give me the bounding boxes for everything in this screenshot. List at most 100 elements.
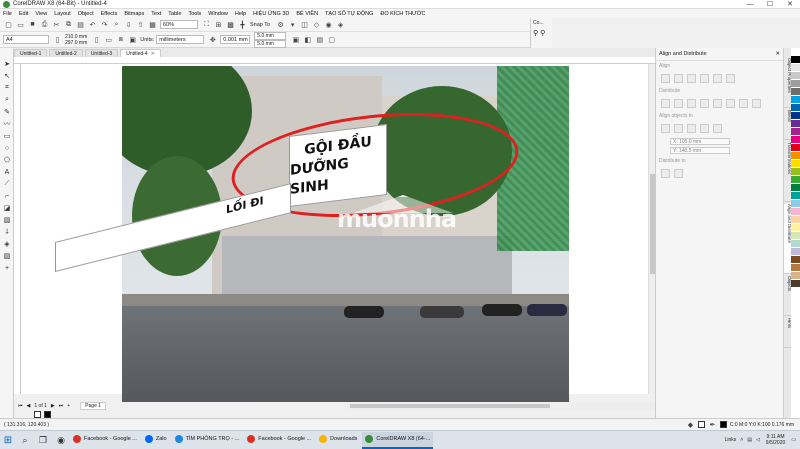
distribute-vspacing-icon[interactable] [752,99,761,108]
grid-icon[interactable]: ▩ [226,20,235,29]
sign-label-box[interactable]: GỘI ĐẦU DƯỠNG SINH [289,123,387,208]
page-center-icon[interactable] [687,124,696,133]
minimize-button[interactable]: — [740,1,760,8]
vertical-ruler[interactable] [14,64,21,394]
distribute-spacing-icon[interactable] [700,99,709,108]
treat-as-filled-icon[interactable]: ▣ [291,35,300,44]
close-button[interactable]: ✕ [780,0,800,8]
menu-border[interactable]: BÊ VIỀN [296,11,318,17]
save-icon[interactable]: ■ [28,20,37,29]
menu-bitmaps[interactable]: Bitmaps [124,11,144,17]
active-objects-icon[interactable] [661,124,670,133]
no-color-swatch[interactable] [34,410,41,418]
chrome-icon[interactable]: ◉ [54,433,68,447]
add-tool-icon[interactable]: + [0,262,14,274]
menu-edit[interactable]: Edit [19,11,28,17]
distribute-middle-icon[interactable] [726,99,735,108]
palette-swatch[interactable] [791,208,800,216]
palette-swatch[interactable] [791,72,800,80]
maximize-button[interactable]: ☐ [760,0,780,8]
transparency-tool-icon[interactable]: ▧ [0,214,14,226]
options-gear-icon[interactable]: ⚙ [276,20,285,29]
horizontal-ruler[interactable] [14,57,655,64]
taskbar-app-facebook-2[interactable]: Facebook - Google ... [244,432,314,449]
palette-swatch[interactable] [791,256,800,264]
rectangle-tool-icon[interactable]: ▭ [0,130,14,142]
search-icon[interactable]: ⌕ [18,433,32,447]
network-icon[interactable]: ▤ [747,437,752,443]
undo-icon[interactable]: ↶ [88,20,97,29]
zoom-tool-icon[interactable]: ⌕ [0,94,14,106]
rulers-icon[interactable]: ⊞ [214,20,223,29]
page-portrait-icon[interactable]: ▯ [53,35,62,44]
align-center-icon[interactable] [674,74,683,83]
taskbar-app-coreldraw[interactable]: CorelDRAW X8 (64-... [362,431,434,449]
fill-color-indicator[interactable] [697,421,705,428]
zoom-level-field[interactable]: 60% [160,20,198,29]
first-page-icon[interactable]: ⏮ [18,403,23,409]
palette-swatch[interactable] [791,88,800,96]
palette-swatch[interactable] [791,280,800,288]
palette-swatch[interactable] [791,112,800,120]
drop-shadow-icon[interactable]: ◪ [0,202,14,214]
launch-icon[interactable]: ▾ [288,20,297,29]
distribute-bottom-icon[interactable] [739,99,748,108]
palette-swatch[interactable] [791,184,800,192]
menu-effects[interactable]: Effects [101,11,118,17]
all-pages-icon[interactable]: ⧈ [116,35,125,44]
connector-tool-icon[interactable]: ⌐ [0,190,14,202]
color-styles-icon[interactable]: ◉ [324,20,333,29]
palette-swatch[interactable] [791,216,800,224]
distribute-right-icon[interactable] [687,99,696,108]
import-icon[interactable]: ⇩ [124,20,133,29]
menu-tools[interactable]: Tools [188,11,201,17]
copy-icon[interactable]: ⧉ [64,20,73,29]
script-icon[interactable]: ◈ [336,20,345,29]
palette-swatch[interactable] [791,136,800,144]
connector-tool-icon[interactable]: ⚲ ⚲ [533,29,550,37]
align-middle-icon[interactable] [713,74,722,83]
menu-object[interactable]: Object [78,11,94,17]
ellipse-tool-icon[interactable]: ○ [0,142,14,154]
horizontal-scrollbar[interactable] [348,402,655,410]
palette-swatch[interactable] [791,248,800,256]
new-document-icon[interactable]: ▢ [4,20,13,29]
palette-swatch[interactable] [791,176,800,184]
align-left-icon[interactable] [661,74,670,83]
menu-help[interactable]: Help [235,11,246,17]
outline-color-indicator[interactable] [719,421,727,428]
full-screen-icon[interactable]: ⛶ [202,20,211,29]
text-tool-icon[interactable]: A [0,166,14,178]
distribute-center-icon[interactable] [674,99,683,108]
page-height-field[interactable]: 297.0 mm [65,40,87,46]
page-size-select[interactable]: A4 [3,35,49,44]
notifications-icon[interactable]: ▭ [791,437,796,443]
menu-view[interactable]: View [35,11,47,17]
next-page-icon[interactable]: ▶ [51,403,55,409]
palette-swatch[interactable] [791,120,800,128]
windows-start-icon[interactable]: ⊞ [0,432,16,448]
palette-swatch[interactable] [791,240,800,248]
distribute-left-icon[interactable] [661,99,670,108]
landscape-orientation-icon[interactable]: ▭ [104,35,113,44]
duplicate-y-field[interactable]: 5.0 mm [254,39,287,48]
palette-swatch[interactable] [791,168,800,176]
docker-close-icon[interactable]: ✕ [775,51,780,57]
paste-icon[interactable]: ▤ [76,20,85,29]
last-page-icon[interactable]: ⏭ [59,403,64,409]
align-right-icon[interactable] [687,74,696,83]
portrait-orientation-icon[interactable]: ▯ [92,35,101,44]
export-icon[interactable]: ⇧ [136,20,145,29]
eyedropper-tool-icon[interactable]: ⸸ [0,226,14,238]
set-default-icon[interactable]: ◧ [303,35,312,44]
smart-fill-icon[interactable]: ▨ [0,250,14,262]
y-position-field[interactable]: Y: 148.5 mm [670,147,730,154]
tab-untitled-4[interactable]: Untitled-4 ✕ [120,49,161,57]
palette-swatch[interactable] [791,272,800,280]
duplicate-x-field[interactable]: 5.0 mm [254,31,287,40]
units-select[interactable]: millimeters [156,35,205,44]
menu-auto-number[interactable]: TẠO SỐ TỰ ĐỘNG [325,11,373,17]
align-top-icon[interactable] [700,74,709,83]
taskbar-app-zalo[interactable]: Zalo [142,432,170,449]
crop-tool-icon[interactable]: ⌗ [0,82,14,94]
